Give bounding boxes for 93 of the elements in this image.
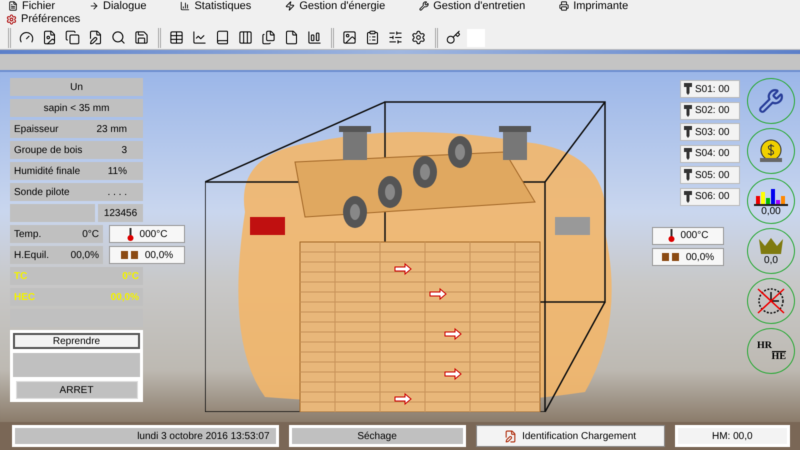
thermometer-icon <box>668 229 675 242</box>
probe-icon <box>684 126 692 138</box>
menu-item[interactable]: Préférences <box>6 13 80 25</box>
bar-chart-icon <box>180 1 190 11</box>
field-label: Sonde pilote <box>14 186 70 198</box>
copy-icon <box>64 30 80 45</box>
gauge-button[interactable]: HR HE <box>747 328 795 374</box>
gauge-button[interactable]: 0,00 <box>747 178 795 224</box>
ratio-top: HR <box>757 340 772 350</box>
gauge-button[interactable] <box>747 128 795 174</box>
setpoint-button[interactable]: 00,0% <box>652 248 724 266</box>
field-label: H.Equil. <box>14 250 50 260</box>
arrow-icon <box>89 1 100 11</box>
moisture-field: HM: 00,0 <box>674 425 790 447</box>
setpoint-button[interactable]: 000°C <box>109 225 185 243</box>
probe-icon <box>684 190 692 202</box>
probe-icon <box>684 169 692 181</box>
probe-icon <box>684 148 692 160</box>
menu-item[interactable]: Imprimante <box>559 0 628 12</box>
crown-icon <box>757 236 785 254</box>
lightning-icon <box>285 1 296 11</box>
squares-icon <box>120 251 139 259</box>
sensor-button[interactable]: S03: 00 <box>680 123 740 141</box>
menu-item[interactable]: Statistiques <box>180 0 252 12</box>
field-label: TC <box>14 270 28 282</box>
book-icon <box>214 30 230 45</box>
menu-item[interactable]: Gestion d'énergie <box>285 0 386 12</box>
settings-icon <box>6 14 17 24</box>
toolbar-button[interactable] <box>444 28 462 46</box>
menu-item[interactable]: Dialogue <box>89 0 146 12</box>
field-value: 00,0% <box>70 250 99 260</box>
columns-icon <box>238 30 252 45</box>
gauge-value: 0,00 <box>761 206 781 216</box>
field-value: 00,0% <box>110 292 139 302</box>
wood-species: sapin < 35 mm <box>10 99 143 117</box>
field-value: 0°C <box>122 270 139 282</box>
field-label: Epaisseur <box>14 124 58 134</box>
thermometer-icon <box>126 228 134 240</box>
batch-name: Un <box>10 78 143 96</box>
field-label: HEC <box>14 292 36 302</box>
identification-button[interactable]: Identification Chargement <box>476 425 665 447</box>
image-icon <box>342 30 356 45</box>
field-value: 0°C <box>82 228 99 240</box>
settings-icon <box>410 30 426 45</box>
document-icon <box>8 1 18 11</box>
edit-file-icon <box>88 30 102 45</box>
resume-button[interactable]: Reprendre <box>13 333 140 349</box>
phase-field: Séchage <box>288 425 466 447</box>
sensor-button[interactable]: S06: 00 <box>680 188 740 206</box>
field-label: Humidité finale <box>14 166 80 176</box>
squares-icon <box>662 253 680 261</box>
gauge-button[interactable] <box>747 78 795 124</box>
field-value: 3 <box>121 144 127 156</box>
probe-icon <box>684 104 692 116</box>
field-value: 11% <box>108 166 127 176</box>
gauge-value: 0,0 <box>764 254 778 266</box>
field-value: 23 mm <box>96 124 127 134</box>
menu-item[interactable]: Gestion d'entretien <box>419 0 526 12</box>
line-chart-icon <box>192 30 206 45</box>
setpoint-button[interactable]: 00,0% <box>109 246 185 264</box>
gauge-button[interactable] <box>747 278 795 324</box>
date-field: lundi 3 octobre 2016 13:53:07 <box>12 425 279 447</box>
menu-item[interactable]: Fichier <box>8 0 56 12</box>
image-file-icon <box>42 30 56 45</box>
clipboard-icon <box>364 30 380 45</box>
edit-icon <box>504 430 518 442</box>
crossed-clock-icon <box>755 286 787 316</box>
sensor-button[interactable]: S04: 00 <box>680 144 740 162</box>
wrench-icon <box>419 1 430 11</box>
ratio-bottom: HE <box>772 350 786 362</box>
code-field: 123456 <box>98 204 143 222</box>
sensor-button[interactable]: S01: 00 <box>680 80 740 98</box>
file-icon <box>284 30 298 45</box>
sensor-button[interactable]: S05: 00 <box>680 166 740 184</box>
wrench-icon <box>758 88 784 114</box>
save-icon <box>134 30 148 45</box>
sensor-button[interactable]: S02: 00 <box>680 102 740 120</box>
search-icon <box>110 30 126 45</box>
bar-chart-icon <box>306 30 322 45</box>
files-icon <box>260 30 276 45</box>
setpoint-button[interactable]: 000°C <box>652 226 724 244</box>
key-icon <box>446 30 460 45</box>
table-icon <box>168 30 184 45</box>
stop-button[interactable]: ARRET <box>16 381 138 399</box>
field-label: Temp. <box>14 228 42 240</box>
gauge-button[interactable]: 0,0 <box>747 228 795 274</box>
gauge-icon <box>18 30 34 45</box>
probe-icon <box>684 83 692 95</box>
printer-icon <box>559 1 570 11</box>
toolbar-button[interactable] <box>63 28 81 46</box>
field-label: Groupe de bois <box>14 144 82 156</box>
sliders-icon <box>388 30 402 45</box>
field-value: . . . . <box>108 186 127 198</box>
